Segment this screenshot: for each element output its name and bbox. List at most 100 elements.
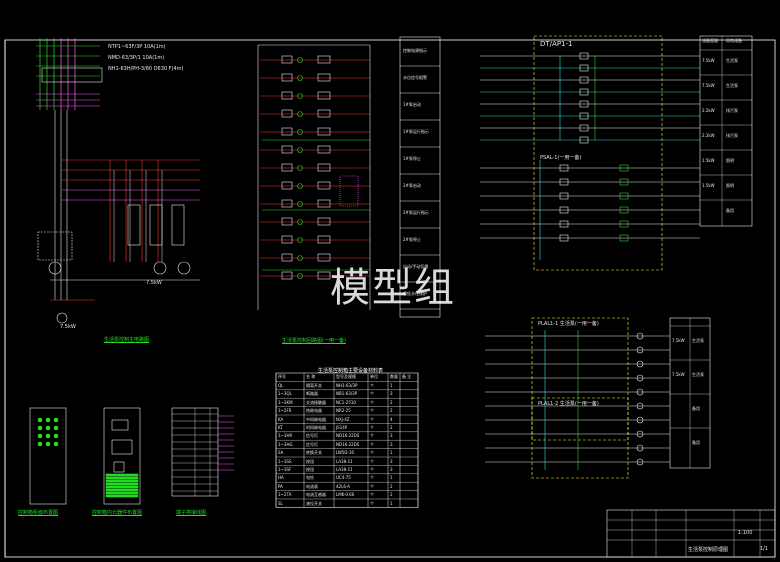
table-cell: 个	[370, 399, 374, 405]
panel-lamp	[45, 433, 51, 439]
table-cell: NB1-63/3P	[336, 391, 358, 397]
inner-component	[111, 419, 129, 431]
table-cell: 1~2FR	[278, 408, 292, 414]
table-cell: 1~2TA	[278, 492, 292, 498]
table-cell: KA	[278, 416, 284, 422]
table-cell: NXJ-4Z	[336, 416, 350, 422]
table-cell: LA38-11	[336, 458, 353, 464]
relay-coil	[317, 199, 331, 208]
table-cell: LW5D-16	[336, 450, 354, 456]
table-cell: 备用	[692, 406, 700, 411]
panel-lamp	[37, 433, 43, 439]
dist-box-lower-1	[531, 317, 629, 441]
relay-coil	[317, 217, 331, 226]
table-cell: 排污泵	[726, 133, 738, 138]
table-cell: 备用	[726, 208, 734, 213]
panel-lamp	[45, 425, 51, 431]
contact-symbol	[281, 181, 293, 190]
table-header-cell: 备 注	[402, 374, 412, 379]
table-cell: 2.2kW	[702, 108, 715, 113]
contact-symbol	[281, 199, 293, 208]
table-cell: 2	[390, 483, 393, 489]
table-cell: 电流互感器	[306, 492, 326, 498]
terminal-title: 端子排接线图	[176, 510, 207, 516]
motor-symbol	[153, 261, 167, 275]
table-cell: 中间继电器	[306, 416, 326, 422]
contact-symbol	[281, 235, 293, 244]
inner-component	[111, 439, 133, 455]
table-cell: 7.5kW	[672, 372, 685, 377]
table-cell: ND16-22DS	[336, 433, 360, 439]
motor-power-label: 7.5kW	[146, 280, 162, 286]
relay-coil	[317, 181, 331, 190]
contact-symbol	[281, 55, 293, 64]
table-cell: 电铃	[306, 475, 314, 481]
title-block-drawing-name: 生活泵控制原理图	[688, 547, 729, 553]
table-cell: NC1-2510	[336, 399, 356, 405]
inner-component	[113, 461, 125, 473]
dist-box-lower-2	[531, 397, 629, 479]
table-cell: 4	[390, 416, 393, 422]
table-cell: SL	[278, 500, 283, 506]
relay-coil	[317, 271, 331, 280]
table-header-cell: 名 称	[306, 374, 316, 379]
title-block-sheet: 1/1	[760, 546, 769, 552]
table-cell: PA	[278, 483, 283, 489]
panel-lamp	[53, 441, 59, 447]
breaker-symbol	[149, 204, 163, 246]
table-cell: 1	[390, 450, 393, 456]
terminal-strip	[105, 491, 139, 495]
table-header-cell: 单位	[370, 374, 378, 379]
panel-lamp	[53, 433, 59, 439]
terminal-strip	[105, 479, 139, 483]
function-label: 水位信号报警	[403, 75, 427, 80]
main-switch-box	[41, 67, 103, 83]
table-cell: 1	[390, 382, 393, 388]
relay-coil	[317, 109, 331, 118]
function-label: 2#泵停止	[403, 237, 421, 242]
contact-symbol	[281, 109, 293, 118]
contact-symbol	[281, 217, 293, 226]
table-cell: 3	[390, 391, 393, 397]
dist-box-upper	[533, 35, 663, 271]
table-cell: 7.5kW	[702, 83, 715, 88]
table-cell: 液位开关	[306, 500, 322, 506]
table-cell: 照明	[726, 183, 734, 188]
terminal-strip	[105, 494, 139, 498]
terminal-strip	[105, 476, 139, 480]
table-cell: 42L6-A	[336, 483, 350, 489]
table-cell: 备用	[692, 440, 700, 445]
table-cell: 照明	[726, 158, 734, 163]
table-cell: ND16-22DS	[336, 441, 360, 447]
table-cell: 生活泵	[692, 338, 704, 343]
table-cell: 1~3KM	[278, 399, 293, 405]
function-label: 1#泵运行指示	[403, 129, 429, 134]
table-cell: NH1-63/3P	[336, 382, 358, 388]
table-cell: 信号灯	[306, 433, 318, 439]
dist-box3-label: PLAL1-1 生活泵(一用一备)	[538, 321, 599, 327]
table-cell: 1~3HG	[278, 441, 293, 447]
motor-power-label-2: 7.5kW	[60, 324, 76, 330]
table-cell: 1~3SS	[278, 458, 292, 464]
terminal-strip	[105, 485, 139, 489]
function-label: 2#泵运行指示	[403, 210, 429, 215]
table-cell: 个	[370, 408, 374, 414]
table-cell: 1	[390, 475, 393, 481]
breaker-label-3: NH1-63H/PH-3/80 D630 F(4m)	[108, 66, 184, 72]
table-cell: 个	[370, 492, 374, 498]
table-cell: 1.5kW	[702, 183, 715, 188]
table-cell: 1~3QL	[278, 391, 292, 397]
dist-box4-label: PLAL1-2 生活泵(一用一备)	[538, 401, 599, 407]
table-cell: 1~3HR	[278, 433, 293, 439]
table-cell: 1~3SF	[278, 466, 292, 472]
table-cell: LMK-0.66	[336, 492, 355, 498]
table-cell: 2	[390, 424, 393, 430]
terminal-strip	[105, 488, 139, 492]
panel-lamp	[53, 417, 59, 423]
table-cell: 电流表	[306, 483, 318, 489]
table-cell: HA	[278, 475, 284, 481]
equipment-table-title: 生活泵控制箱主要设备材料表	[318, 368, 384, 374]
table-cell: 个	[370, 466, 374, 472]
table-cell: SA	[278, 450, 284, 456]
table-cell: 个	[370, 382, 374, 388]
